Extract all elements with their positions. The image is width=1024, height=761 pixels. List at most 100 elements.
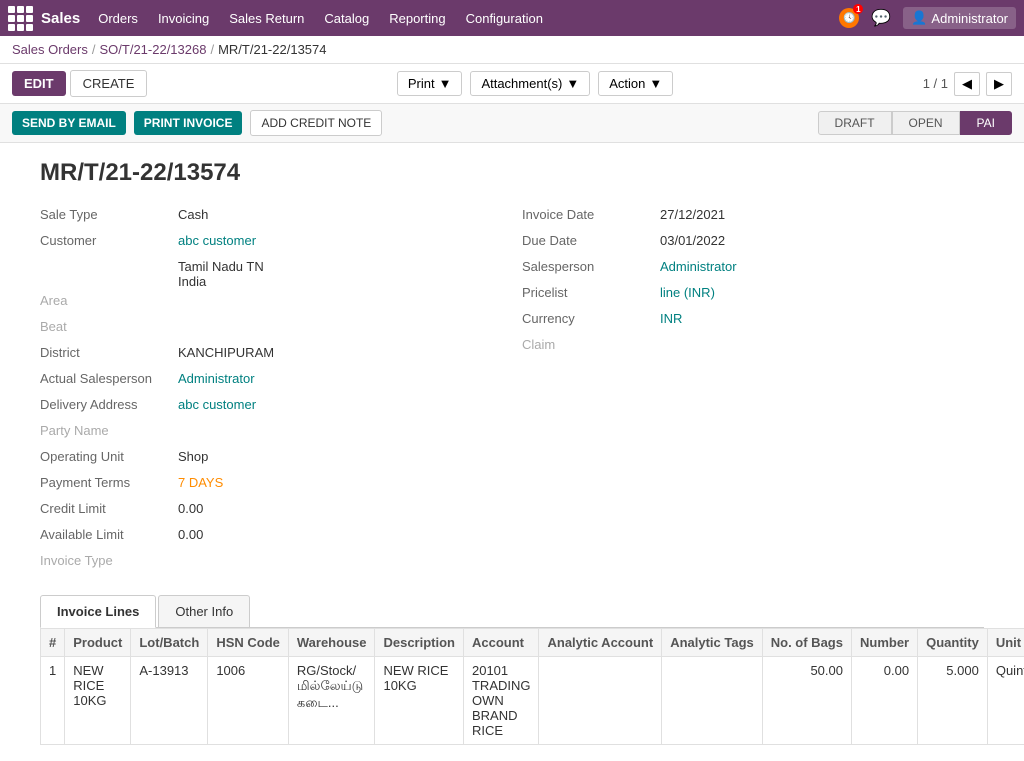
brand-name[interactable]: Sales: [41, 10, 80, 27]
field-credit-limit: Credit Limit 0.00: [40, 501, 502, 523]
col-unit-of-measure: Unit of Measure: [987, 629, 1024, 657]
status-tab-draft[interactable]: DRAFT: [818, 111, 892, 135]
field-claim: Claim: [522, 337, 984, 359]
col-lot-batch: Lot/Batch: [131, 629, 208, 657]
breadcrumb-so[interactable]: SO/T/21-22/13268: [100, 42, 207, 57]
col-description: Description: [375, 629, 464, 657]
admin-label: Administrator: [931, 11, 1008, 26]
edit-button[interactable]: EDIT: [12, 71, 66, 96]
field-customer: Customer abc customer: [40, 233, 502, 255]
tab-bar: Invoice Lines Other Info: [40, 595, 984, 628]
nav-reporting[interactable]: Reporting: [387, 7, 447, 30]
nav-catalog[interactable]: Catalog: [322, 7, 371, 30]
col-account: Account: [463, 629, 539, 657]
table-row: 1NEW RICE 10KGA-139131006RG/Stock/ மில்ல…: [41, 657, 1024, 745]
attachments-chevron-icon: ▼: [566, 76, 579, 91]
nav-invoicing[interactable]: Invoicing: [156, 7, 211, 30]
form-grid: Sale Type Cash Customer abc customer Tam…: [40, 207, 984, 575]
actual-salesperson-label: Actual Salesperson: [40, 371, 170, 386]
create-button[interactable]: CREATE: [70, 70, 148, 97]
breadcrumb-sales-orders[interactable]: Sales Orders: [12, 42, 88, 57]
customer-value[interactable]: abc customer: [178, 233, 256, 248]
delivery-address-value[interactable]: abc customer: [178, 397, 256, 412]
status-tab-open[interactable]: OPEN: [892, 111, 960, 135]
delivery-address-label: Delivery Address: [40, 397, 170, 412]
payment-terms-value[interactable]: 7 DAYS: [178, 475, 223, 490]
tab-invoice-lines[interactable]: Invoice Lines: [40, 595, 156, 628]
party-name-label: Party Name: [40, 423, 170, 438]
cell-0-2: A-13913: [131, 657, 208, 745]
field-pricelist: Pricelist line (INR): [522, 285, 984, 307]
field-invoice-date: Invoice Date 27/12/2021: [522, 207, 984, 229]
status-tab-paid[interactable]: PAI: [960, 111, 1012, 135]
send-email-button[interactable]: SEND BY EMAIL: [12, 111, 126, 135]
prev-record-button[interactable]: ◀: [954, 72, 980, 96]
pricelist-label: Pricelist: [522, 285, 652, 300]
col-hsn-code: HSN Code: [208, 629, 289, 657]
customer-country-line: India: [178, 274, 264, 289]
breadcrumb-sep-2: /: [210, 42, 214, 57]
field-party-name: Party Name: [40, 423, 502, 445]
breadcrumb-current: MR/T/21-22/13574: [218, 42, 326, 57]
col-no-of-bags: No. of Bags: [762, 629, 851, 657]
sale-type-value: Cash: [178, 207, 208, 222]
actual-salesperson-value[interactable]: Administrator: [178, 371, 255, 386]
field-customer-address: Tamil Nadu TN India: [40, 259, 502, 289]
print-button[interactable]: Print ▼: [397, 71, 463, 96]
customer-label: Customer: [40, 233, 170, 248]
currency-label: Currency: [522, 311, 652, 326]
breadcrumb-sep-1: /: [92, 42, 96, 57]
cell-0-7: [539, 657, 662, 745]
col-product: Product: [65, 629, 131, 657]
pagination-label: 1 / 1: [923, 76, 948, 91]
salesperson-value[interactable]: Administrator: [660, 259, 737, 274]
cell-0-12: Quintal: [987, 657, 1024, 745]
beat-label: Beat: [40, 319, 170, 334]
payment-terms-label: Payment Terms: [40, 475, 170, 490]
customer-address-line: Tamil Nadu TN: [178, 259, 264, 274]
action-bar-center: Print ▼ Attachment(s) ▼ Action ▼: [147, 71, 922, 96]
breadcrumb: Sales Orders / SO/T/21-22/13268 / MR/T/2…: [0, 36, 1024, 64]
tab-other-info[interactable]: Other Info: [158, 595, 250, 627]
apps-menu-icon[interactable]: [8, 6, 33, 31]
main-nav: Orders Invoicing Sales Return Catalog Re…: [96, 7, 839, 30]
cell-0-0: 1: [41, 657, 65, 745]
due-date-label: Due Date: [522, 233, 652, 248]
nav-orders[interactable]: Orders: [96, 7, 140, 30]
pricelist-value[interactable]: line (INR): [660, 285, 715, 300]
navbar: Sales Orders Invoicing Sales Return Cata…: [0, 0, 1024, 36]
main-content: MR/T/21-22/13574 Sale Type Cash Customer…: [0, 143, 1024, 761]
nav-configuration[interactable]: Configuration: [464, 7, 545, 30]
field-district: District KANCHIPURAM: [40, 345, 502, 367]
add-credit-note-button[interactable]: ADD CREDIT NOTE: [250, 110, 382, 136]
district-label: District: [40, 345, 170, 360]
next-record-button[interactable]: ▶: [986, 72, 1012, 96]
print-chevron-icon: ▼: [439, 76, 452, 91]
field-currency: Currency INR: [522, 311, 984, 333]
admin-icon: 👤: [911, 10, 927, 26]
notification-badge: 1: [853, 4, 863, 14]
col-quantity: Quantity: [918, 629, 988, 657]
credit-limit-value: 0.00: [178, 501, 203, 516]
currency-value[interactable]: INR: [660, 311, 682, 326]
field-actual-salesperson: Actual Salesperson Administrator: [40, 371, 502, 393]
form-right: Invoice Date 27/12/2021 Due Date 03/01/2…: [522, 207, 984, 575]
notification-icon[interactable]: 🕓 1: [839, 8, 859, 28]
print-invoice-button[interactable]: PRINT INVOICE: [134, 111, 243, 135]
action-chevron-icon: ▼: [649, 76, 662, 91]
admin-menu-button[interactable]: 👤 Administrator: [903, 7, 1016, 29]
invoice-date-label: Invoice Date: [522, 207, 652, 222]
col-number: Number: [851, 629, 917, 657]
col-warehouse: Warehouse: [288, 629, 375, 657]
document-title: MR/T/21-22/13574: [40, 159, 984, 187]
field-beat: Beat: [40, 319, 502, 341]
chat-icon[interactable]: 💬: [871, 8, 891, 28]
nav-sales-return[interactable]: Sales Return: [227, 7, 306, 30]
attachments-button[interactable]: Attachment(s) ▼: [470, 71, 590, 96]
field-sale-type: Sale Type Cash: [40, 207, 502, 229]
cell-0-11: 5.000: [918, 657, 988, 745]
field-available-limit: Available Limit 0.00: [40, 527, 502, 549]
field-salesperson: Salesperson Administrator: [522, 259, 984, 281]
action-button[interactable]: Action ▼: [598, 71, 673, 96]
available-limit-label: Available Limit: [40, 527, 170, 542]
